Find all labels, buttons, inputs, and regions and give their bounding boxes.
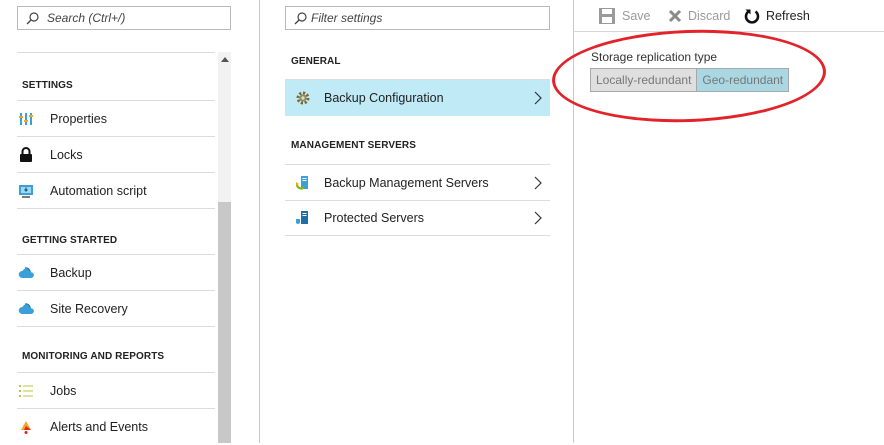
chevron-right-icon [534,91,542,105]
nav-item-label: Properties [50,112,107,126]
section-header-general: GENERAL [291,56,341,67]
section-header-monitoring-and-reports: MONITORING AND REPORTS [22,351,165,362]
menu-item-label: Backup Management Servers [324,176,489,190]
refresh-label: Refresh [766,9,810,23]
search-icon [294,11,307,24]
scrollbar-thumb[interactable] [218,202,231,443]
nav-item-label: Alerts and Events [50,420,148,434]
alert-bell-icon [18,419,34,435]
settings-panel: Filter settings GENERAL Backup Configura… [260,0,572,443]
automation-script-icon [18,183,34,199]
backup-server-icon [295,175,311,191]
nav-item-backup[interactable]: Backup [18,255,214,291]
cloud-recovery-icon [18,301,34,317]
menu-item-label: Protected Servers [324,211,425,225]
discard-x-icon [668,9,682,23]
resource-menu-panel: Search (Ctrl+/) SETTINGS Properties Lock… [0,0,244,443]
discard-button[interactable]: Discard [668,6,730,26]
refresh-icon [744,9,760,24]
filter-settings-box[interactable]: Filter settings [285,6,550,30]
chevron-right-icon [534,211,542,225]
nav-item-label: Backup [50,266,92,280]
discard-label: Discard [688,9,731,23]
cloud-backup-icon [18,265,34,281]
nav-item-jobs[interactable]: Jobs [18,373,214,409]
nav-item-locks[interactable]: Locks [18,137,214,173]
menu-item-label: Backup Configuration [324,91,444,105]
nav-item-alerts-and-events[interactable]: Alerts and Events [18,409,214,445]
storage-replication-type-label: Storage replication type [591,50,718,64]
divider [285,235,550,236]
section-header-getting-started: GETTING STARTED [22,235,118,246]
save-label: Save [622,9,651,23]
menu-item-protected-servers[interactable]: Protected Servers [285,200,550,236]
resource-search-box[interactable]: Search (Ctrl+/) [17,6,231,30]
save-button[interactable]: Save [598,6,651,26]
refresh-button[interactable]: Refresh [744,6,810,26]
search-icon [26,11,39,24]
nav-item-label: Site Recovery [50,302,128,316]
command-bar: Save Discard Refresh [573,0,884,32]
chevron-right-icon [534,176,542,190]
gear-icon [295,90,311,106]
option-geo-redundant[interactable]: Geo-redundant [696,69,789,91]
divider [17,208,215,209]
properties-icon [18,111,34,127]
menu-item-backup-configuration[interactable]: Backup Configuration [285,80,550,116]
section-header-management-servers: MANAGEMENT SERVERS [291,140,416,151]
scroll-up-arrow-icon[interactable] [221,57,229,62]
nav-item-label: Jobs [50,384,77,398]
menu-item-backup-management-servers[interactable]: Backup Management Servers [285,165,550,201]
backup-configuration-blade: Save Discard Refresh Storage replication… [573,0,884,443]
nav-item-properties[interactable]: Properties [18,101,214,137]
divider [17,326,215,327]
nav-item-site-recovery[interactable]: Site Recovery [18,291,214,327]
filter-settings-placeholder: Filter settings [311,11,383,25]
protected-server-icon [295,210,311,226]
resource-search-placeholder: Search (Ctrl+/) [47,11,126,25]
option-locally-redundant[interactable]: Locally-redundant [591,69,697,91]
divider [17,52,215,53]
lock-icon [18,147,34,163]
resource-menu-scrollbar[interactable] [218,52,231,443]
save-icon [599,8,615,24]
nav-item-label: Automation script [50,184,147,198]
jobs-list-icon [18,383,34,399]
nav-item-automation-script[interactable]: Automation script [18,173,214,209]
nav-item-label: Locks [50,148,83,162]
storage-replication-toggle[interactable]: Locally-redundant Geo-redundant [590,68,790,92]
section-header-settings: SETTINGS [22,80,73,91]
